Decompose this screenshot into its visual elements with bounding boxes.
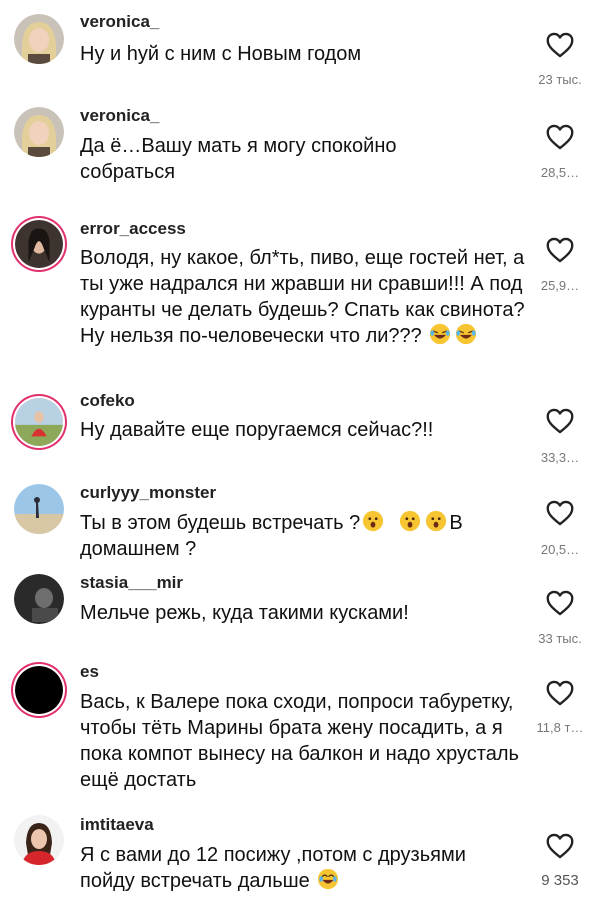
comment-text: Я с вами до 12 посижу ,потом с друзьями … — [80, 842, 525, 894]
comment-text: Да ё…Вашу мать я могу спокойно собраться — [80, 135, 397, 183]
comment-text: Ну давайте еще поругаемся сейчас?!! — [80, 419, 434, 441]
surprised-face-emoji-icon — [425, 510, 447, 532]
avatar-photo — [14, 815, 64, 865]
heart-icon[interactable] — [546, 237, 574, 263]
like-count: 11,8 т… — [536, 720, 584, 735]
heart-icon[interactable] — [546, 833, 574, 859]
comment-text: Володя, ну какое, бл*ть, пиво, еще госте… — [80, 245, 525, 349]
comment-username[interactable]: cofeko — [80, 391, 135, 411]
heart-icon[interactable] — [546, 500, 574, 526]
tears-of-joy-emoji-icon — [317, 868, 339, 890]
comment-text-body: Я с вами до 12 посижу ,потом с друзьями … — [80, 844, 466, 892]
like-count: 25,9… — [540, 278, 580, 293]
avatar-photo — [15, 666, 63, 714]
avatar[interactable] — [14, 574, 64, 624]
avatar[interactable] — [14, 107, 64, 157]
comment-text-part: Ты в этом будешь встречать ? — [80, 512, 361, 534]
like-count: 9 353 — [541, 872, 579, 889]
like-count: 33 тыс. — [538, 631, 582, 646]
comment-username[interactable]: stasia___mir — [80, 573, 183, 593]
avatar-photo — [14, 107, 64, 157]
comment-username[interactable]: es — [80, 662, 99, 682]
like-count: 33,3… — [540, 450, 580, 465]
like-count: 20,5… — [540, 542, 580, 557]
comment-username[interactable]: veronica_ — [80, 106, 159, 126]
comment-text: Вась, к Валере пока сходи, попроси табур… — [80, 691, 519, 791]
avatar[interactable] — [15, 398, 63, 446]
avatar[interactable] — [15, 666, 63, 714]
comment-text: Ну и hуй с ним с Новым годом — [80, 43, 362, 65]
comment-username[interactable]: imtitaeva — [80, 815, 154, 835]
avatar-photo — [15, 220, 63, 268]
heart-icon[interactable] — [546, 680, 574, 706]
like-count: 28,5… — [540, 165, 580, 180]
avatar-photo — [15, 398, 63, 446]
rolling-on-floor-laughing-emoji-icon — [429, 323, 451, 345]
heart-icon[interactable] — [546, 408, 574, 434]
comment-username[interactable]: veronica_ — [80, 12, 159, 32]
heart-icon[interactable] — [546, 32, 574, 58]
comment-text: Ты в этом будешь встречать ? В домашнем … — [80, 510, 525, 562]
avatar-photo — [14, 484, 64, 534]
comment-text: Мельче режь, куда такими кусками! — [80, 602, 409, 624]
avatar[interactable] — [14, 815, 64, 865]
avatar-photo — [14, 574, 64, 624]
comment-username[interactable]: error_access — [80, 219, 186, 239]
avatar[interactable] — [15, 220, 63, 268]
comment-username[interactable]: curlyyy_monster — [80, 483, 216, 503]
heart-icon[interactable] — [546, 590, 574, 616]
rolling-on-floor-laughing-emoji-icon — [455, 323, 477, 345]
like-count: 23 тыс. — [538, 72, 582, 87]
avatar[interactable] — [14, 484, 64, 534]
avatar[interactable] — [14, 14, 64, 64]
surprised-face-emoji-icon — [362, 510, 384, 532]
avatar-photo — [14, 14, 64, 64]
heart-icon[interactable] — [546, 124, 574, 150]
surprised-face-emoji-icon — [399, 510, 421, 532]
